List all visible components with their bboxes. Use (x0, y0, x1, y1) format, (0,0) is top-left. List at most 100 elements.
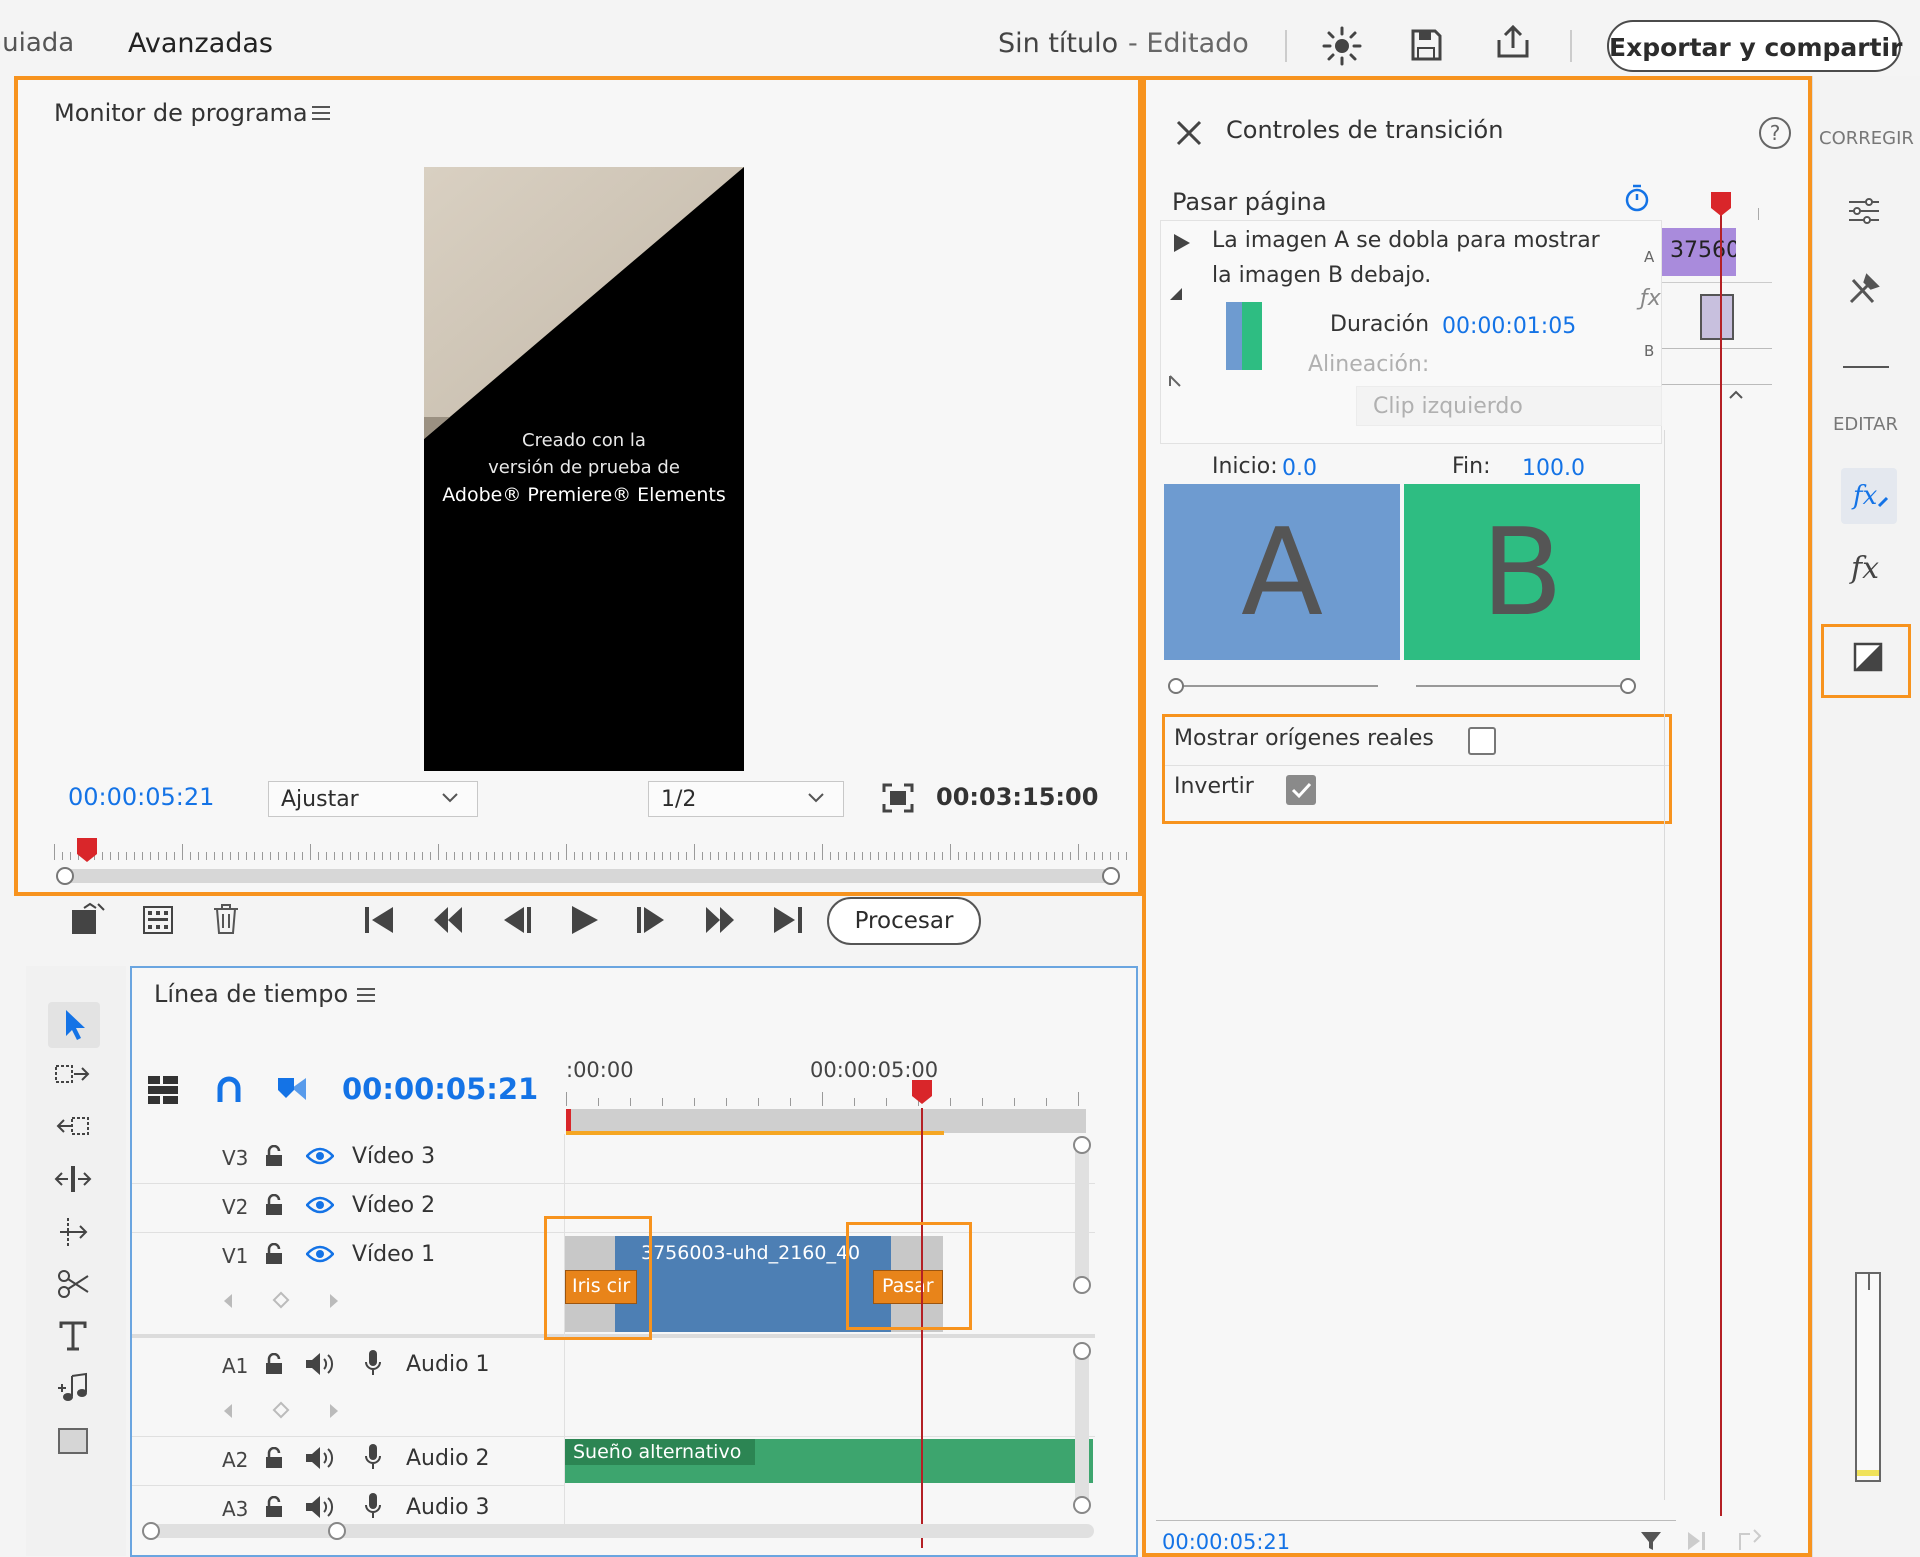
microphone-icon[interactable] (364, 1443, 382, 1471)
work-area-bar[interactable] (566, 1109, 1086, 1135)
play-icon[interactable] (570, 904, 600, 936)
go-to-start-icon[interactable] (363, 905, 395, 935)
lock-icon[interactable] (264, 1447, 284, 1469)
audio-scrollbar-track[interactable] (1073, 1342, 1091, 1514)
microphone-icon[interactable] (364, 1492, 382, 1520)
razor-tool-icon[interactable] (56, 1268, 90, 1300)
mini-clip-a[interactable]: 37560 (1662, 228, 1736, 276)
timeline-h-scrollbar[interactable] (142, 1522, 1094, 1540)
end-value[interactable]: 100.0 (1522, 456, 1585, 481)
speaker-icon[interactable] (304, 1494, 336, 1520)
monitor-ruler[interactable] (54, 838, 1127, 860)
fullscreen-icon[interactable] (882, 783, 914, 813)
tools-icon[interactable] (1847, 272, 1881, 306)
corner-arrow-icon[interactable] (1168, 374, 1182, 388)
mini-playhead[interactable] (1711, 192, 1731, 220)
mini-transition[interactable] (1700, 294, 1734, 340)
scroll-handle-right[interactable] (1102, 867, 1120, 885)
go-to-end-icon[interactable] (772, 905, 804, 935)
tab-advanced[interactable]: Avanzadas (128, 28, 273, 59)
brightness-icon[interactable] (1322, 26, 1362, 66)
end-slider-handle[interactable] (1620, 678, 1636, 694)
scroll-handle-bottom[interactable] (1073, 1496, 1091, 1514)
step-back-icon[interactable] (432, 905, 464, 935)
speaker-icon[interactable] (304, 1351, 336, 1377)
resolution-select[interactable]: 1/2 (648, 781, 844, 817)
scroll-handle-top[interactable] (1073, 1136, 1091, 1154)
scroll-handle-left[interactable] (56, 867, 74, 885)
text-tool-icon[interactable] (58, 1320, 88, 1352)
start-slider-handle[interactable] (1168, 678, 1184, 694)
keyframe-next-icon[interactable] (1686, 1530, 1712, 1552)
timeline-current-time[interactable]: 00:00:05:21 (342, 1072, 538, 1106)
panel-menu-icon[interactable] (312, 106, 330, 120)
audio-clip[interactable]: Sueño alternativo (565, 1439, 1093, 1483)
timeline-playhead[interactable] (912, 1080, 932, 1108)
ripple-delete-tool-icon[interactable] (54, 1112, 92, 1142)
render-button[interactable]: Procesar (827, 897, 981, 945)
timeline-ruler[interactable] (566, 1086, 1086, 1106)
show-actual-sources-checkbox[interactable] (1468, 727, 1496, 755)
lock-icon[interactable] (264, 1496, 284, 1518)
applied-effects-icon[interactable]: fx (1841, 468, 1897, 524)
lock-icon[interactable] (264, 1243, 284, 1265)
add-marker-icon[interactable] (276, 1074, 308, 1104)
help-icon[interactable]: ? (1758, 116, 1792, 150)
trash-icon[interactable] (212, 903, 240, 935)
ripple-insert-tool-icon[interactable] (54, 1060, 92, 1090)
effects-icon[interactable]: fx (1843, 546, 1893, 590)
alignment-select[interactable]: Clip izquierdo (1356, 386, 1662, 426)
share-icon[interactable] (1495, 24, 1531, 60)
monitor-scrollbar[interactable] (56, 867, 1120, 885)
reverse-checkbox[interactable] (1286, 775, 1316, 805)
duration-value[interactable]: 00:00:01:05 (1442, 314, 1576, 339)
export-frame-icon[interactable] (1736, 1528, 1762, 1552)
panel-menu-icon[interactable] (357, 988, 375, 1002)
track-view-icon[interactable] (148, 1076, 178, 1104)
stopwatch-icon[interactable] (1624, 184, 1650, 212)
lock-icon[interactable] (264, 1194, 284, 1216)
next-frame-icon[interactable] (636, 905, 668, 935)
video-scrollbar[interactable] (1073, 1136, 1091, 1294)
work-area-start[interactable] (566, 1109, 571, 1133)
selection-tool-icon[interactable] (48, 1002, 100, 1048)
monitor-current-time[interactable]: 00:00:05:21 (68, 783, 214, 811)
scroll-handle-bottom[interactable] (1073, 1276, 1091, 1294)
scroll-handle-top[interactable] (1073, 1342, 1091, 1360)
snap-magnet-icon[interactable] (216, 1076, 242, 1104)
keyframe-nav-icon[interactable] (222, 1400, 342, 1422)
start-slider[interactable] (1168, 678, 1378, 694)
save-icon[interactable] (1410, 28, 1442, 62)
previous-frame-icon[interactable] (500, 905, 532, 935)
step-forward-icon[interactable] (704, 905, 736, 935)
storyboard-icon[interactable] (142, 905, 174, 935)
export-share-button[interactable]: Exportar y compartir (1607, 20, 1902, 72)
bottom-time[interactable]: 00:00:05:21 (1162, 1530, 1290, 1554)
adjust-sliders-icon[interactable] (1847, 194, 1881, 228)
clip-extract-icon[interactable] (70, 902, 106, 936)
play-preview-icon[interactable] (1172, 232, 1192, 254)
trim-tool-icon[interactable] (54, 1164, 92, 1194)
filter-icon[interactable] (1640, 1530, 1662, 1552)
corner-arrow-icon[interactable] (1168, 286, 1184, 302)
scroll-handle-left[interactable] (142, 1522, 160, 1540)
microphone-icon[interactable] (364, 1349, 382, 1377)
shape-tool-icon[interactable] (58, 1428, 88, 1454)
lock-icon[interactable] (264, 1353, 284, 1375)
music-tool-icon[interactable] (54, 1372, 92, 1404)
scroll-handle-right[interactable] (328, 1522, 346, 1540)
tab-guided[interactable]: Guiada (0, 28, 74, 58)
slip-tool-icon[interactable] (54, 1216, 92, 1250)
transitions-icon[interactable] (1853, 642, 1883, 672)
lock-icon[interactable] (264, 1145, 284, 1167)
eye-icon[interactable] (306, 1147, 334, 1165)
close-icon[interactable] (1176, 120, 1202, 146)
end-slider[interactable] (1416, 678, 1636, 694)
monitor-playhead[interactable] (77, 838, 97, 862)
chevron-up-icon[interactable] (1728, 390, 1744, 400)
speaker-icon[interactable] (304, 1445, 336, 1471)
eye-icon[interactable] (306, 1245, 334, 1263)
eye-icon[interactable] (306, 1196, 334, 1214)
start-value[interactable]: 0.0 (1282, 456, 1317, 481)
fit-select[interactable]: Ajustar (268, 781, 478, 817)
